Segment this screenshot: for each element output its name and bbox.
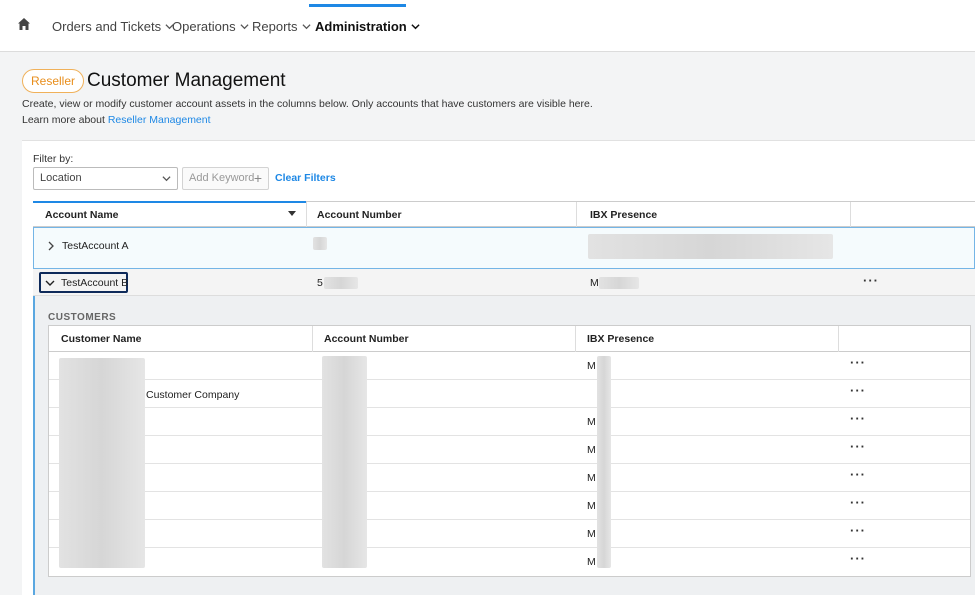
nav-orders-and-tickets[interactable]: Orders and Tickets	[52, 19, 174, 34]
chevron-right-icon[interactable]	[46, 241, 56, 251]
table-row[interactable]: M ···	[49, 492, 970, 520]
clear-filters-link[interactable]: Clear Filters	[275, 172, 336, 184]
ibx-presence: M	[587, 556, 596, 568]
customers-table: Customer Name Account Number IBX Presenc…	[48, 325, 971, 577]
table-row[interactable]: M ···	[49, 464, 970, 492]
account-name: TestAccount B	[61, 277, 129, 289]
redacted-account-number	[324, 277, 358, 289]
ibx-presence: M	[587, 416, 596, 428]
col-account-name[interactable]: Account Name	[45, 209, 119, 221]
nav-label: Orders and Tickets	[52, 19, 162, 34]
accounts-table-header: Account Name Account Number IBX Presence	[33, 201, 975, 227]
column-divider	[850, 202, 851, 227]
page-description: Create, view or modify customer account …	[22, 98, 593, 110]
add-keyword-button[interactable]: Add Keyword +	[182, 167, 269, 190]
active-nav-indicator	[309, 4, 406, 7]
redacted-ibx	[599, 277, 639, 289]
more-actions-button[interactable]: ···	[850, 383, 866, 398]
reseller-badge: Reseller	[22, 69, 85, 93]
column-divider	[312, 326, 313, 352]
column-divider	[838, 326, 839, 352]
column-divider	[575, 326, 576, 352]
top-nav: Orders and Tickets Operations Reports Ad…	[0, 0, 975, 52]
col-customer-name[interactable]: Customer Name	[61, 333, 142, 345]
customer-name: Customer Company	[146, 389, 240, 401]
account-number: 5	[317, 277, 323, 289]
col-ibx-presence[interactable]: IBX Presence	[587, 333, 654, 345]
ibx-presence: M	[587, 528, 596, 540]
table-row[interactable]: TestAccount B 5 M ···	[33, 269, 975, 296]
chevron-down-icon[interactable]	[45, 278, 55, 288]
nav-label: Reports	[252, 19, 298, 34]
location-select[interactable]: Location	[33, 167, 178, 190]
chevron-down-icon	[240, 24, 249, 30]
table-row[interactable]: Customer Company ···	[49, 380, 970, 408]
ibx-presence: M	[587, 500, 596, 512]
column-divider	[576, 202, 577, 227]
nav-label: Administration	[315, 19, 407, 34]
nav-operations[interactable]: Operations	[172, 19, 249, 34]
customers-table-header: Customer Name Account Number IBX Presenc…	[49, 326, 970, 352]
add-keyword-label: Add Keyword	[189, 172, 255, 184]
sort-caret-icon[interactable]	[288, 211, 296, 216]
table-row[interactable]: M ···	[49, 548, 970, 576]
redacted-account-number	[313, 237, 327, 250]
col-account-number[interactable]: Account Number	[324, 333, 409, 345]
more-actions-button[interactable]: ···	[850, 551, 866, 566]
learn-more: Learn more about Reseller Management	[22, 114, 211, 126]
more-actions-button[interactable]: ···	[850, 495, 866, 510]
col-ibx-presence[interactable]: IBX Presence	[590, 209, 657, 221]
col-account-number[interactable]: Account Number	[317, 209, 402, 221]
table-row[interactable]: M ···	[49, 520, 970, 548]
chevron-down-icon	[411, 24, 420, 30]
chevron-down-icon	[162, 176, 171, 182]
filter-label: Filter by:	[33, 153, 74, 165]
nav-label: Operations	[172, 19, 236, 34]
account-name: TestAccount A	[62, 240, 129, 252]
redacted-customer-names	[59, 358, 145, 568]
more-actions-button[interactable]: ···	[850, 355, 866, 370]
more-actions-button[interactable]: ···	[850, 411, 866, 426]
location-select-value: Location	[40, 172, 82, 184]
ibx-presence: M	[587, 472, 596, 484]
reseller-management-link[interactable]: Reseller Management	[108, 114, 211, 126]
home-icon[interactable]	[17, 17, 31, 31]
column-divider	[306, 202, 307, 227]
page-title: Customer Management	[87, 70, 286, 91]
customers-title: CUSTOMERS	[48, 312, 117, 323]
more-actions-button[interactable]: ···	[863, 273, 879, 288]
nav-administration[interactable]: Administration	[315, 19, 420, 34]
table-row[interactable]: M ···	[49, 352, 970, 380]
ibx-presence: M	[587, 360, 596, 372]
ibx-presence: M	[590, 277, 599, 289]
table-row[interactable]: M ···	[49, 408, 970, 436]
sort-indicator	[33, 201, 306, 203]
ibx-presence: M	[587, 444, 596, 456]
nav-reports[interactable]: Reports	[252, 19, 311, 34]
redacted-account-numbers	[322, 356, 367, 568]
plus-icon: +	[253, 170, 262, 186]
more-actions-button[interactable]: ···	[850, 467, 866, 482]
more-actions-button[interactable]: ···	[850, 439, 866, 454]
table-row[interactable]: TestAccount A	[33, 227, 975, 269]
redacted-ibx	[588, 234, 833, 259]
chevron-down-icon	[301, 24, 311, 30]
more-actions-button[interactable]: ···	[850, 523, 866, 538]
redacted-ibx-values	[597, 356, 611, 568]
table-row[interactable]: M ···	[49, 436, 970, 464]
learn-more-prefix: Learn more about	[22, 114, 108, 126]
